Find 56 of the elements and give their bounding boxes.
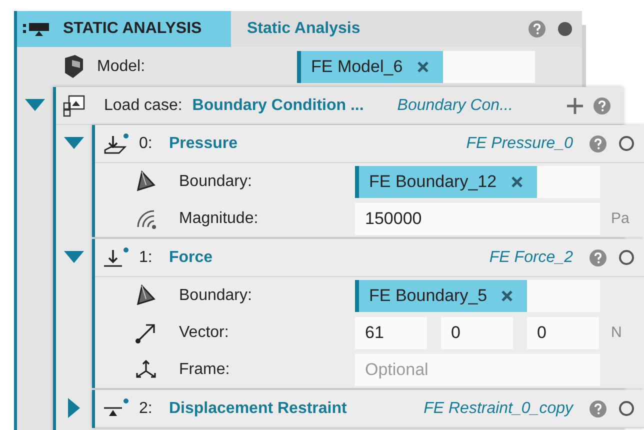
add-icon[interactable] [567,98,583,114]
display-icon [23,20,51,38]
help-icon[interactable] [528,20,546,38]
item-name: Force [169,248,214,266]
model-chip[interactable]: FE Model_6 [297,51,443,83]
panel-title: Static Analysis [247,20,362,38]
force-load-icon [101,246,129,268]
instance-name: FE Pressure_0 [466,134,573,152]
item-name: Pressure [169,134,238,152]
unit-label: Pa [611,210,630,227]
triangle-surface-icon [134,284,158,308]
vector-component-input[interactable]: 0 [527,316,599,348]
help-icon[interactable] [589,400,607,418]
collapse-triangle-icon[interactable] [25,99,45,111]
help-icon[interactable] [593,96,611,114]
vector-component-input[interactable]: 0 [441,316,513,348]
collapse-triangle-icon[interactable] [64,251,84,263]
model-field[interactable]: FE Model_6 [297,51,535,83]
field-label: Load case: [104,96,182,114]
model-shape-icon [62,54,84,80]
boundary-field[interactable]: FE Boundary_5 [355,280,600,312]
expand-triangle-icon[interactable] [68,398,80,418]
frame-input[interactable]: Optional [355,354,600,386]
remove-icon[interactable] [416,61,429,73]
item-index: 2: [139,400,154,418]
chip-label: FE Model_6 [311,57,403,77]
boundary-chip[interactable]: FE Boundary_5 [355,280,528,312]
chip-label: FE Boundary_12 [369,172,497,192]
field-label: Vector: [178,324,230,342]
remove-icon[interactable] [510,176,523,188]
boundary-chip[interactable]: FE Boundary_12 [355,166,537,198]
help-icon[interactable] [589,134,607,152]
collapse-triangle-icon[interactable] [64,137,84,149]
unit-label: N [611,324,623,341]
instance-name: FE Force_2 [489,248,573,266]
item-index: 0: [139,134,154,152]
instance-name: Boundary Con... [397,96,514,114]
field-label: Model: [97,58,146,76]
analysis-tab[interactable]: STATIC ANALYSIS [17,11,231,47]
remove-icon[interactable] [501,290,514,302]
item-name: Displacement Restraint [169,400,348,418]
field-label: Boundary: [178,172,253,190]
item-index: 1: [139,248,154,266]
magnitude-input[interactable]: 150000 [355,202,600,234]
help-icon[interactable] [589,248,607,266]
triangle-surface-icon [134,170,158,194]
load-case-name[interactable]: Boundary Condition ... [192,96,398,114]
vector-component-input[interactable]: 61 [355,316,427,348]
boundary-field[interactable]: FE Boundary_12 [355,166,600,198]
field-label: Frame: [178,360,231,378]
instance-name: FE Restraint_0_copy [424,400,573,418]
chip-label: FE Boundary_5 [369,286,488,306]
image-stack-icon [62,94,86,118]
field-label: Boundary: [178,286,253,304]
field-label: Magnitude: [178,210,260,228]
tab-label: STATIC ANALYSIS [63,20,202,38]
